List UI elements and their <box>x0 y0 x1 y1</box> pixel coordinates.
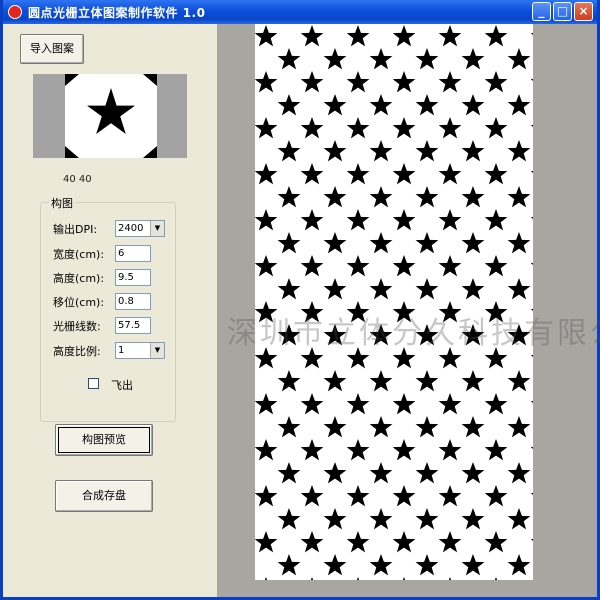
close-button[interactable]: × <box>574 2 593 21</box>
window-title: 圆点光栅立体图案制作软件 1.0 <box>28 5 206 20</box>
window-controls: _ □ × <box>532 2 593 21</box>
pattern-preview <box>33 74 187 158</box>
ratio-label: 高度比例: <box>53 345 101 358</box>
pattern-fill <box>255 24 533 580</box>
maximize-button[interactable]: □ <box>553 2 572 21</box>
height-input[interactable]: 9.5 <box>115 269 151 286</box>
app-window: 圆点光栅立体图案制作软件 1.0 _ □ × 导入图案 40 40 构图 输出D… <box>0 0 600 600</box>
height-label: 高度(cm): <box>53 272 105 285</box>
dpi-label: 输出DPI: <box>53 223 98 236</box>
lpi-input[interactable]: 57.5 <box>115 317 151 334</box>
minimize-button[interactable]: _ <box>532 2 551 21</box>
width-input[interactable]: 6 <box>115 245 151 262</box>
import-pattern-button[interactable]: 导入图案 <box>20 34 84 64</box>
offset-input[interactable]: 0.8 <box>115 293 151 310</box>
chevron-down-icon[interactable]: ▼ <box>150 221 164 236</box>
composition-preview-button[interactable]: 构图预览 <box>55 424 153 456</box>
compose-save-button[interactable]: 合成存盘 <box>55 480 153 512</box>
star-pattern-canvas[interactable] <box>255 24 533 580</box>
chevron-down-icon[interactable]: ▼ <box>150 343 164 358</box>
lpi-label: 光栅线数: <box>53 320 101 333</box>
star-icon <box>65 74 157 158</box>
canvas-area: 深圳市立体分久科技有限公司 <box>217 24 600 597</box>
ratio-select[interactable]: 1 ▼ <box>115 342 165 359</box>
dpi-value: 2400 <box>118 223 144 234</box>
pattern-thumbnail <box>65 74 157 158</box>
composition-group: 构图 输出DPI: 2400 ▼ 宽度(cm): 6 高度(cm): 9.5 移… <box>40 195 176 422</box>
control-panel: 导入图案 40 40 构图 输出DPI: 2400 ▼ 宽度(cm): 6 高度… <box>3 24 217 597</box>
ratio-value: 1 <box>118 345 125 356</box>
width-label: 宽度(cm): <box>53 248 105 261</box>
title-bar[interactable]: 圆点光栅立体图案制作软件 1.0 _ □ × <box>3 0 597 24</box>
fly-out-checkbox[interactable] <box>88 378 99 389</box>
fly-out-label: 飞出 <box>111 379 133 392</box>
offset-label: 移位(cm): <box>53 296 105 309</box>
image-size-label: 40 40 <box>63 174 92 185</box>
app-icon <box>8 5 22 19</box>
group-title: 构图 <box>49 195 75 211</box>
dpi-select[interactable]: 2400 ▼ <box>115 220 165 237</box>
star-pattern <box>255 24 533 580</box>
